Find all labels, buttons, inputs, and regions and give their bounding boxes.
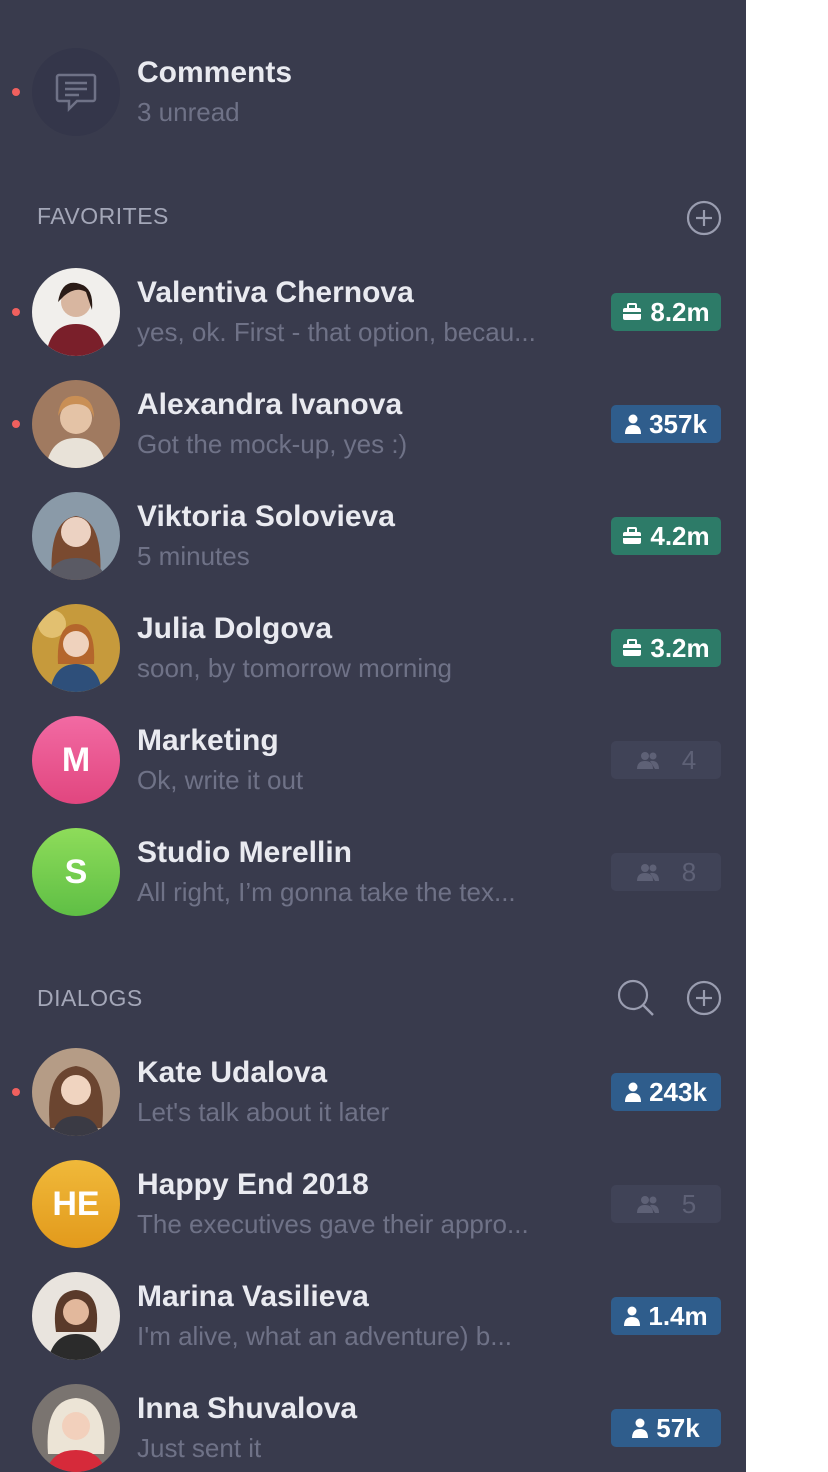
chat-last-message: All right, I’m gonna take the tex... — [137, 877, 516, 907]
avatar — [32, 1384, 120, 1472]
members-badge: 8 — [611, 853, 721, 891]
chat-last-message: soon, by tomorrow morning — [137, 653, 453, 683]
chat-name: Happy End 2018 — [137, 1168, 369, 1201]
chat-row-viktoria-solovieva[interactable]: Viktoria Solovieva 5 minutes 4.2m — [0, 480, 746, 592]
badge-count: 1.4m — [648, 1300, 708, 1331]
comments-subtitle: 3 unread — [137, 97, 240, 127]
person-icon — [632, 1418, 649, 1438]
badge-count: 8 — [681, 856, 697, 887]
group-avatar: M — [32, 716, 120, 804]
add-dialog-button[interactable] — [684, 978, 724, 1018]
briefcase-icon — [623, 639, 642, 656]
avatar — [32, 492, 120, 580]
chat-last-message: yes, ok. First - that option, becau... — [137, 317, 536, 347]
chat-row-studio-merellin[interactable]: S Studio Merellin All right, I’m gonna t… — [0, 816, 746, 928]
chat-last-message: 5 minutes — [137, 541, 250, 571]
avatar — [32, 604, 120, 692]
briefcase-icon — [623, 527, 642, 544]
person-icon — [625, 414, 642, 434]
chat-last-message: Ok, write it out — [137, 765, 304, 795]
person-badge: 243k — [611, 1073, 721, 1111]
unread-indicator — [12, 88, 20, 96]
avatar — [32, 1048, 120, 1136]
chat-row-marketing[interactable]: M Marketing Ok, write it out 4 — [0, 704, 746, 816]
unread-indicator — [12, 420, 20, 428]
business-badge: 3.2m — [611, 629, 721, 667]
group-avatar: HE — [32, 1160, 120, 1248]
favorites-section-label: FAVORITES — [37, 203, 169, 229]
chat-sidebar: Comments 3 unread FAVORITES Valentiva Ch… — [0, 0, 746, 1472]
plus-circle-icon — [686, 200, 722, 236]
badge-count: 57k — [656, 1412, 700, 1443]
person-icon — [624, 1306, 641, 1326]
chat-row-inna-shuvalova[interactable]: Inna Shuvalova Just sent it 57k — [0, 1372, 746, 1472]
add-favorite-button[interactable] — [684, 198, 724, 238]
badge-count: 4 — [681, 744, 697, 775]
comments-icon — [32, 48, 120, 136]
badge-count: 4.2m — [650, 520, 710, 551]
chat-last-message: The executives gave their appro... — [137, 1209, 529, 1239]
chat-name: Julia Dolgova — [137, 612, 333, 645]
chat-row-alexandra-ivanova[interactable]: Alexandra Ivanova Got the mock-up, yes :… — [0, 368, 746, 480]
members-badge: 4 — [611, 741, 721, 779]
badge-count: 8.2m — [650, 296, 710, 327]
chat-name: Viktoria Solovieva — [137, 500, 395, 533]
badge-count: 357k — [649, 408, 707, 439]
unread-indicator — [12, 1088, 20, 1096]
search-icon — [617, 979, 654, 1016]
avatar — [32, 380, 120, 468]
briefcase-icon — [623, 303, 642, 320]
dialogs-section-label: DIALOGS — [37, 985, 143, 1011]
group-icon — [636, 1196, 659, 1213]
person-badge: 57k — [611, 1409, 721, 1447]
chat-name: Studio Merellin — [137, 836, 353, 869]
chat-name: Marina Vasilieva — [137, 1280, 369, 1313]
group-avatar: S — [32, 828, 120, 916]
chat-last-message: Got the mock-up, yes :) — [137, 429, 408, 459]
chat-row-marina-vasilieva[interactable]: Marina Vasilieva I'm alive, what an adve… — [0, 1260, 746, 1372]
business-badge: 4.2m — [611, 517, 721, 555]
chat-name: Kate Udalova — [137, 1056, 328, 1089]
chat-last-message: I'm alive, what an adventure) b... — [137, 1321, 512, 1351]
chat-name: Valentiva Chernova — [137, 276, 414, 309]
members-badge: 5 — [611, 1185, 721, 1223]
person-icon — [625, 1082, 642, 1102]
comments-title: Comments — [137, 56, 293, 89]
avatar — [32, 1272, 120, 1360]
group-icon — [636, 864, 659, 881]
chat-last-message: Just sent it — [137, 1433, 262, 1463]
business-badge: 8.2m — [611, 293, 721, 331]
avatar — [32, 268, 120, 356]
badge-count: 5 — [681, 1188, 697, 1219]
chat-name: Marketing — [137, 724, 279, 757]
unread-indicator — [12, 308, 20, 316]
chat-row-valentiva-chernova[interactable]: Valentiva Chernova yes, ok. First - that… — [0, 256, 746, 368]
badge-count: 243k — [649, 1076, 707, 1107]
chat-row-kate-udalova[interactable]: Kate Udalova Let's talk about it later 2… — [0, 1036, 746, 1148]
chat-last-message: Let's talk about it later — [137, 1097, 390, 1127]
person-badge: 357k — [611, 405, 721, 443]
search-dialogs-button[interactable] — [616, 978, 656, 1018]
group-icon — [636, 752, 659, 769]
plus-circle-icon — [686, 980, 722, 1016]
chat-row-julia-dolgova[interactable]: Julia Dolgova soon, by tomorrow morning … — [0, 592, 746, 704]
chat-name: Inna Shuvalova — [137, 1392, 358, 1425]
person-badge: 1.4m — [611, 1297, 721, 1335]
badge-count: 3.2m — [650, 632, 710, 663]
chat-name: Alexandra Ivanova — [137, 388, 403, 421]
chat-row-happy-end-2018[interactable]: HE Happy End 2018 The executives gave th… — [0, 1148, 746, 1260]
comments-row[interactable]: Comments 3 unread — [0, 36, 746, 148]
